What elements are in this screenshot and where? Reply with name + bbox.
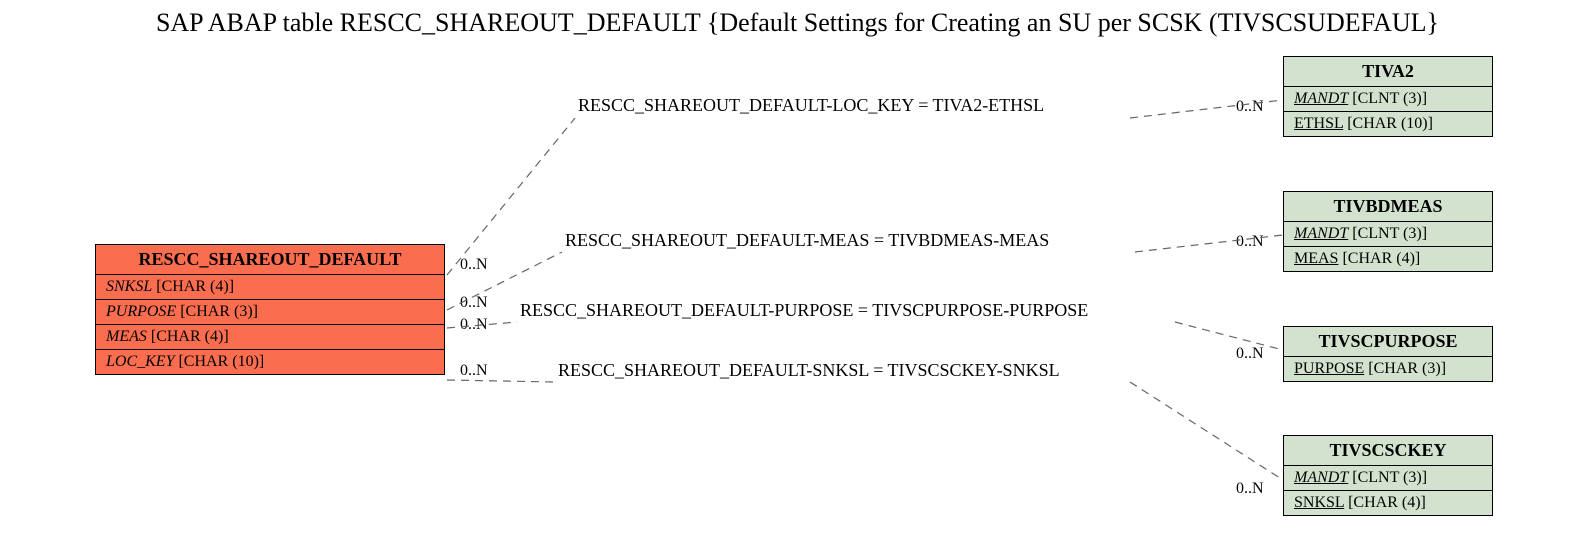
entity-tiva2: TIVA2 MANDT [CLNT (3)] ETHSL [CHAR (10)] [1283,56,1493,137]
field-name: SNKSL [106,278,152,295]
field-name: SNKSL [1294,494,1344,511]
entity-rescc-shareout-default: RESCC_SHAREOUT_DEFAULT SNKSL [CHAR (4)] … [95,244,445,375]
field-ethsl: ETHSL [CHAR (10)] [1284,112,1492,136]
cardinality-left-3: 0..N [460,316,488,334]
field-mandt: MANDT [CLNT (3)] [1284,87,1492,112]
field-type: [CHAR (3)] [1368,360,1446,377]
field-type: [CLNT (3)] [1352,469,1427,486]
field-type: [CHAR (3)] [180,303,258,320]
entity-tivscsckey: TIVSCSCKEY MANDT [CLNT (3)] SNKSL [CHAR … [1283,435,1493,516]
field-name: MEAS [1294,250,1338,267]
field-type: [CLNT (3)] [1352,90,1427,107]
field-type: [CLNT (3)] [1352,225,1427,242]
rel-label-lockey: RESCC_SHAREOUT_DEFAULT-LOC_KEY = TIVA2-E… [578,95,1044,116]
cardinality-right-1: 0..N [1236,98,1264,116]
cardinality-left-4: 0..N [460,362,488,380]
field-meas: MEAS [CHAR (4)] [96,325,444,350]
field-type: [CHAR (4)] [1348,494,1426,511]
field-snksl: SNKSL [CHAR (4)] [1284,491,1492,515]
field-mandt: MANDT [CLNT (3)] [1284,466,1492,491]
entity-header: TIVSCPURPOSE [1284,327,1492,357]
field-purpose: PURPOSE [CHAR (3)] [1284,357,1492,381]
cardinality-left-2: 0..N [460,294,488,312]
field-name: PURPOSE [106,303,176,320]
field-name: MANDT [1294,469,1348,486]
field-meas: MEAS [CHAR (4)] [1284,247,1492,271]
cardinality-left-1: 0..N [460,256,488,274]
entity-header: RESCC_SHAREOUT_DEFAULT [96,245,444,275]
rel-label-snksl: RESCC_SHAREOUT_DEFAULT-SNKSL = TIVSCSCKE… [558,360,1060,381]
field-name: LOC_KEY [106,353,174,370]
field-name: MANDT [1294,225,1348,242]
field-type: [CHAR (4)] [151,328,229,345]
field-type: [CHAR (10)] [178,353,264,370]
field-name: PURPOSE [1294,360,1364,377]
rel-label-purpose: RESCC_SHAREOUT_DEFAULT-PURPOSE = TIVSCPU… [520,300,1088,321]
field-type: [CHAR (4)] [156,278,234,295]
cardinality-right-2: 0..N [1236,233,1264,251]
field-type: [CHAR (4)] [1342,250,1420,267]
cardinality-right-3: 0..N [1236,345,1264,363]
field-type: [CHAR (10)] [1347,115,1433,132]
diagram-title: SAP ABAP table RESCC_SHAREOUT_DEFAULT {D… [0,8,1595,38]
field-mandt: MANDT [CLNT (3)] [1284,222,1492,247]
entity-header: TIVSCSCKEY [1284,436,1492,466]
field-purpose: PURPOSE [CHAR (3)] [96,300,444,325]
field-name: MEAS [106,328,147,345]
field-name: ETHSL [1294,115,1343,132]
field-name: MANDT [1294,90,1348,107]
entity-header: TIVA2 [1284,57,1492,87]
entity-tivbdmeas: TIVBDMEAS MANDT [CLNT (3)] MEAS [CHAR (4… [1283,191,1493,272]
entity-header: TIVBDMEAS [1284,192,1492,222]
rel-label-meas: RESCC_SHAREOUT_DEFAULT-MEAS = TIVBDMEAS-… [565,230,1049,251]
field-snksl: SNKSL [CHAR (4)] [96,275,444,300]
entity-tivscpurpose: TIVSCPURPOSE PURPOSE [CHAR (3)] [1283,326,1493,382]
cardinality-right-4: 0..N [1236,480,1264,498]
field-lockey: LOC_KEY [CHAR (10)] [96,350,444,374]
